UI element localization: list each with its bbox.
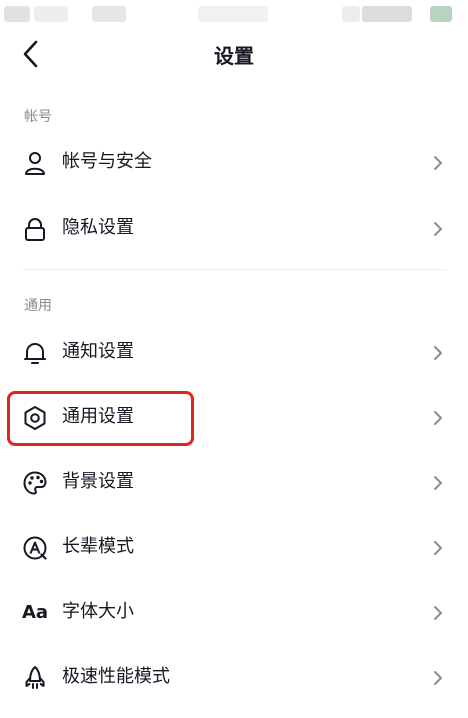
gear-icon xyxy=(24,406,46,430)
section-header-account: 帐号 xyxy=(24,109,52,125)
settings-row-label: 通知设置 xyxy=(62,341,134,362)
chevron-right-icon xyxy=(434,671,442,685)
status-blur xyxy=(342,6,360,22)
chevron-right-icon xyxy=(434,541,442,555)
settings-row-label: 通用设置 xyxy=(62,406,134,427)
font-size-icon: Aa xyxy=(22,602,49,623)
section-header-general: 通用 xyxy=(24,298,52,314)
chevron-right-icon xyxy=(434,476,442,490)
settings-row-background[interactable]: 背景设置 xyxy=(0,450,468,514)
status-bar xyxy=(0,0,468,28)
settings-row-privacy[interactable]: 隐私设置 xyxy=(0,196,468,260)
settings-row-label: 长辈模式 xyxy=(62,536,134,557)
rocket-icon xyxy=(25,666,45,689)
settings-row-label: 隐私设置 xyxy=(62,217,134,238)
settings-row-account-security[interactable]: 帐号与安全 xyxy=(0,130,468,194)
section-divider xyxy=(22,269,446,270)
settings-row-performance-mode[interactable]: 极速性能模式 xyxy=(0,645,468,709)
status-blur xyxy=(4,6,30,22)
settings-row-label: 帐号与安全 xyxy=(62,151,152,172)
nav-bar: 设置 xyxy=(0,28,468,80)
page-title: 设置 xyxy=(214,44,254,68)
settings-row-label: 背景设置 xyxy=(62,471,134,492)
status-blur xyxy=(34,6,68,22)
chevron-right-icon xyxy=(434,346,442,360)
status-blur xyxy=(92,6,126,22)
lock-icon xyxy=(25,218,45,241)
settings-row-label: 字体大小 xyxy=(62,601,134,622)
status-blur xyxy=(198,6,268,22)
settings-row-notifications[interactable]: 通知设置 xyxy=(0,320,468,384)
person-icon xyxy=(25,152,45,175)
chevron-right-icon xyxy=(434,156,442,170)
bell-icon xyxy=(24,343,46,364)
status-blur xyxy=(362,6,412,22)
settings-row-label: 极速性能模式 xyxy=(62,666,170,687)
settings-row-font-size[interactable]: Aa 字体大小 xyxy=(0,580,468,644)
palette-icon xyxy=(23,471,47,495)
status-blur xyxy=(430,6,452,22)
chevron-right-icon xyxy=(434,411,442,425)
chevron-right-icon xyxy=(434,222,442,236)
settings-row-elder-mode[interactable]: 长辈模式 xyxy=(0,515,468,579)
chevron-right-icon xyxy=(434,606,442,620)
elder-mode-icon xyxy=(23,536,47,560)
settings-row-general[interactable]: 通用设置 xyxy=(0,385,468,449)
